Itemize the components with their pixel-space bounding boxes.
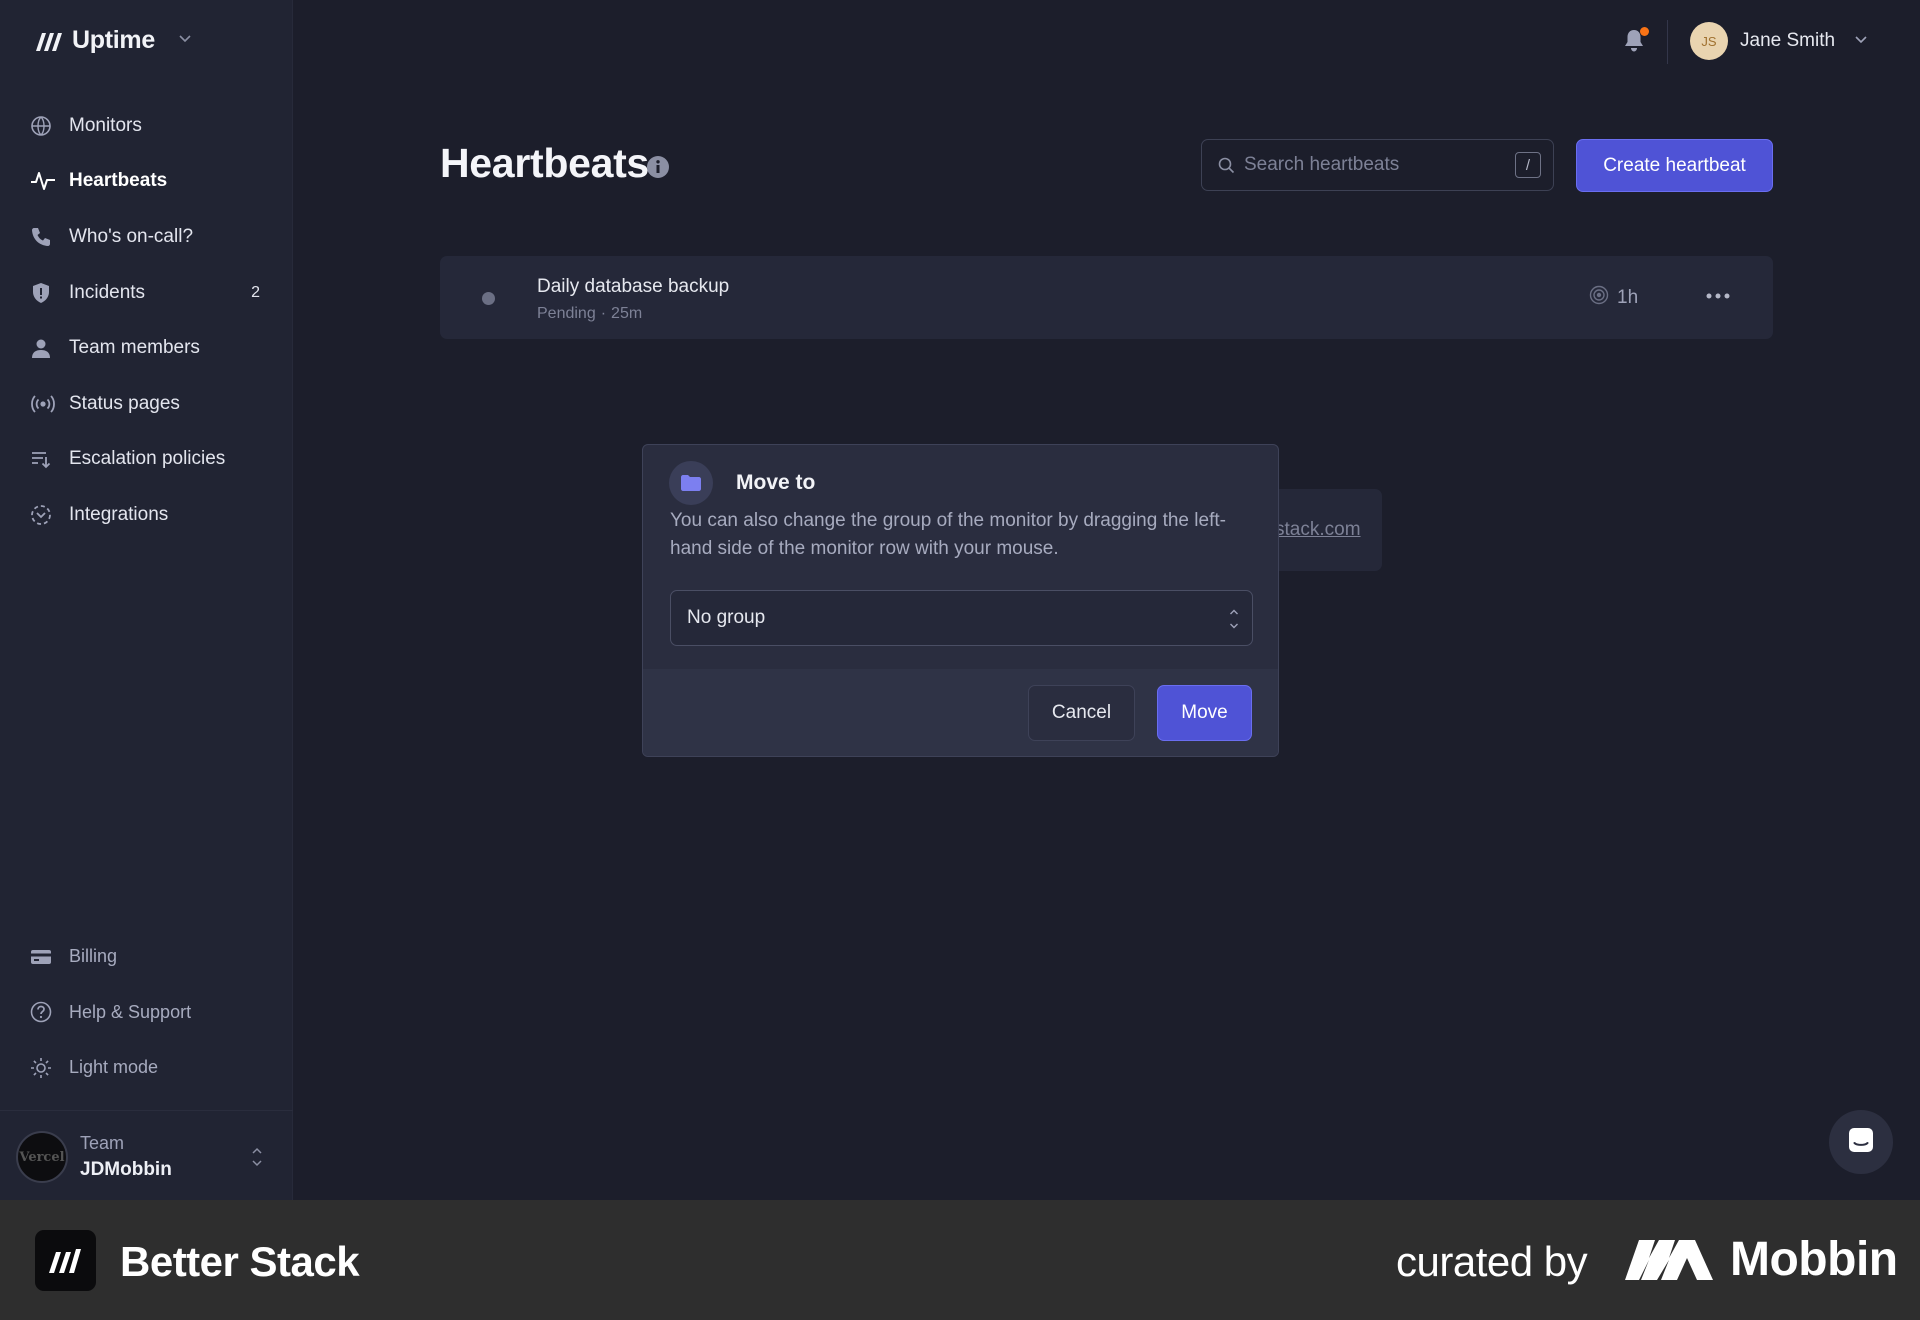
sidebar-item-heartbeats[interactable]: Heartbeats: [30, 154, 260, 210]
search-icon: [1218, 157, 1235, 174]
create-heartbeat-button[interactable]: Create heartbeat: [1576, 139, 1773, 192]
more-options-icon[interactable]: [1703, 284, 1733, 308]
sidebar-item-integrations[interactable]: Integrations: [30, 487, 260, 543]
mobbin-logo-icon: [1625, 1238, 1717, 1287]
sidebar-item-label: Team members: [69, 337, 200, 359]
status-dot: [482, 292, 495, 305]
sidebar-item-label: Incidents: [69, 281, 146, 303]
notification-dot: [1640, 27, 1649, 36]
sidebar-item-label: Heartbeats: [69, 170, 168, 192]
credit-card-icon: [30, 945, 60, 969]
team-name: JDMobbin: [80, 1159, 172, 1180]
chevron-down-icon: [177, 30, 193, 51]
sidebar-item-billing[interactable]: Billing: [30, 929, 260, 985]
broadcast-icon: [30, 392, 60, 416]
sidebar-item-help-support[interactable]: Help & Support: [30, 985, 260, 1041]
sidebar-item-label: Integrations: [69, 503, 169, 525]
heartbeat-name[interactable]: Daily database backup: [537, 276, 729, 298]
curator-name: Mobbin: [1730, 1233, 1898, 1286]
team-label: Team: [80, 1133, 125, 1153]
better-stack-logo-icon: [35, 1230, 96, 1291]
heartbeat-period-value: 1h: [1617, 287, 1639, 308]
chevron-up-down-icon: [1228, 605, 1240, 639]
sidebar-item-status-pages[interactable]: Status pages: [30, 376, 260, 432]
sidebar-item-label: Billing: [69, 946, 118, 967]
group-select-value: No group: [687, 607, 766, 628]
sun-icon: [30, 1056, 60, 1080]
notifications-bell-icon[interactable]: [1622, 27, 1650, 56]
meta-separator: ·: [600, 305, 607, 322]
chevron-down-icon: [1853, 31, 1869, 52]
incidents-count-badge: 2: [251, 283, 260, 301]
chevron-up-down-icon: [250, 1143, 264, 1176]
team-avatar: Vercel: [16, 1131, 68, 1183]
user-icon: [30, 336, 60, 360]
radar-icon: [1589, 285, 1609, 311]
topbar-divider: [1667, 20, 1668, 64]
brand-switcher[interactable]: Uptime: [34, 26, 193, 55]
folder-icon: [669, 461, 713, 505]
page-title: Heartbeats: [440, 140, 649, 186]
help-icon: [30, 1000, 60, 1024]
keyboard-shortcut-hint: /: [1515, 152, 1541, 178]
sidebar-item-label: Monitors: [69, 114, 142, 136]
background-link[interactable]: stack.com: [1275, 519, 1361, 541]
integrations-icon: [30, 503, 60, 527]
banner-brand-name: Better Stack: [120, 1238, 360, 1285]
move-to-dialog: Move to You can also change the group of…: [642, 444, 1279, 757]
user-name: Jane Smith: [1740, 30, 1836, 51]
move-button[interactable]: Move: [1157, 685, 1252, 741]
dialog-footer: Cancel Move: [643, 669, 1278, 756]
sidebar: Uptime Monitors Heartbeats Who's on-call…: [0, 0, 293, 1200]
sidebar-item-label: Light mode: [69, 1057, 159, 1078]
globe-icon: [30, 114, 60, 138]
sidebar-item-team-members[interactable]: Team members: [30, 320, 260, 376]
user-menu[interactable]: JS Jane Smith: [1690, 22, 1869, 60]
curated-by-label: curated by: [1396, 1238, 1588, 1285]
sidebar-item-light-mode[interactable]: Light mode: [30, 1040, 260, 1096]
escalation-icon: [30, 447, 60, 471]
group-select[interactable]: No group: [670, 590, 1253, 646]
sidebar-item-incidents[interactable]: Incidents 2: [30, 265, 260, 321]
main-nav: Monitors Heartbeats Who's on-call? Incid…: [30, 98, 260, 543]
sidebar-item-monitors[interactable]: Monitors: [30, 98, 260, 154]
uptime-logo-icon: [34, 29, 64, 53]
sidebar-item-on-call[interactable]: Who's on-call?: [30, 209, 260, 265]
sidebar-item-label: Escalation policies: [69, 448, 226, 470]
pulse-icon: [30, 169, 60, 193]
heartbeat-age: 25m: [611, 305, 643, 322]
heartbeat-period: 1h: [1589, 285, 1638, 311]
phone-icon: [30, 225, 60, 249]
sidebar-item-label: Help & Support: [69, 1001, 192, 1022]
heartbeat-status: Pending: [537, 305, 596, 322]
sidebar-item-escalation-policies[interactable]: Escalation policies: [30, 432, 260, 488]
sidebar-item-label: Status pages: [69, 392, 180, 414]
bottom-nav: Billing Help & Support Light mode: [30, 929, 260, 1096]
dialog-description: You can also change the group of the mon…: [670, 510, 1226, 559]
heartbeat-meta: Pending · 25m: [537, 305, 642, 323]
shield-icon: [30, 281, 60, 305]
chat-icon: [1847, 1126, 1875, 1159]
chat-launcher-button[interactable]: [1829, 1110, 1893, 1174]
dialog-title: Move to: [736, 471, 816, 494]
search-field[interactable]: /: [1201, 139, 1554, 191]
team-switcher[interactable]: Vercel Team JDMobbin: [0, 1110, 293, 1200]
search-input[interactable]: [1244, 154, 1515, 176]
footer-banner: Better Stack curated by Mobbin: [0, 1200, 1920, 1320]
info-icon[interactable]: [646, 155, 670, 179]
cancel-button[interactable]: Cancel: [1028, 685, 1135, 741]
app-name: Uptime: [72, 26, 155, 54]
sidebar-item-label: Who's on-call?: [69, 225, 194, 247]
heartbeat-row[interactable]: Daily database backup Pending · 25m 1h: [440, 256, 1773, 339]
avatar: JS: [1690, 22, 1728, 60]
